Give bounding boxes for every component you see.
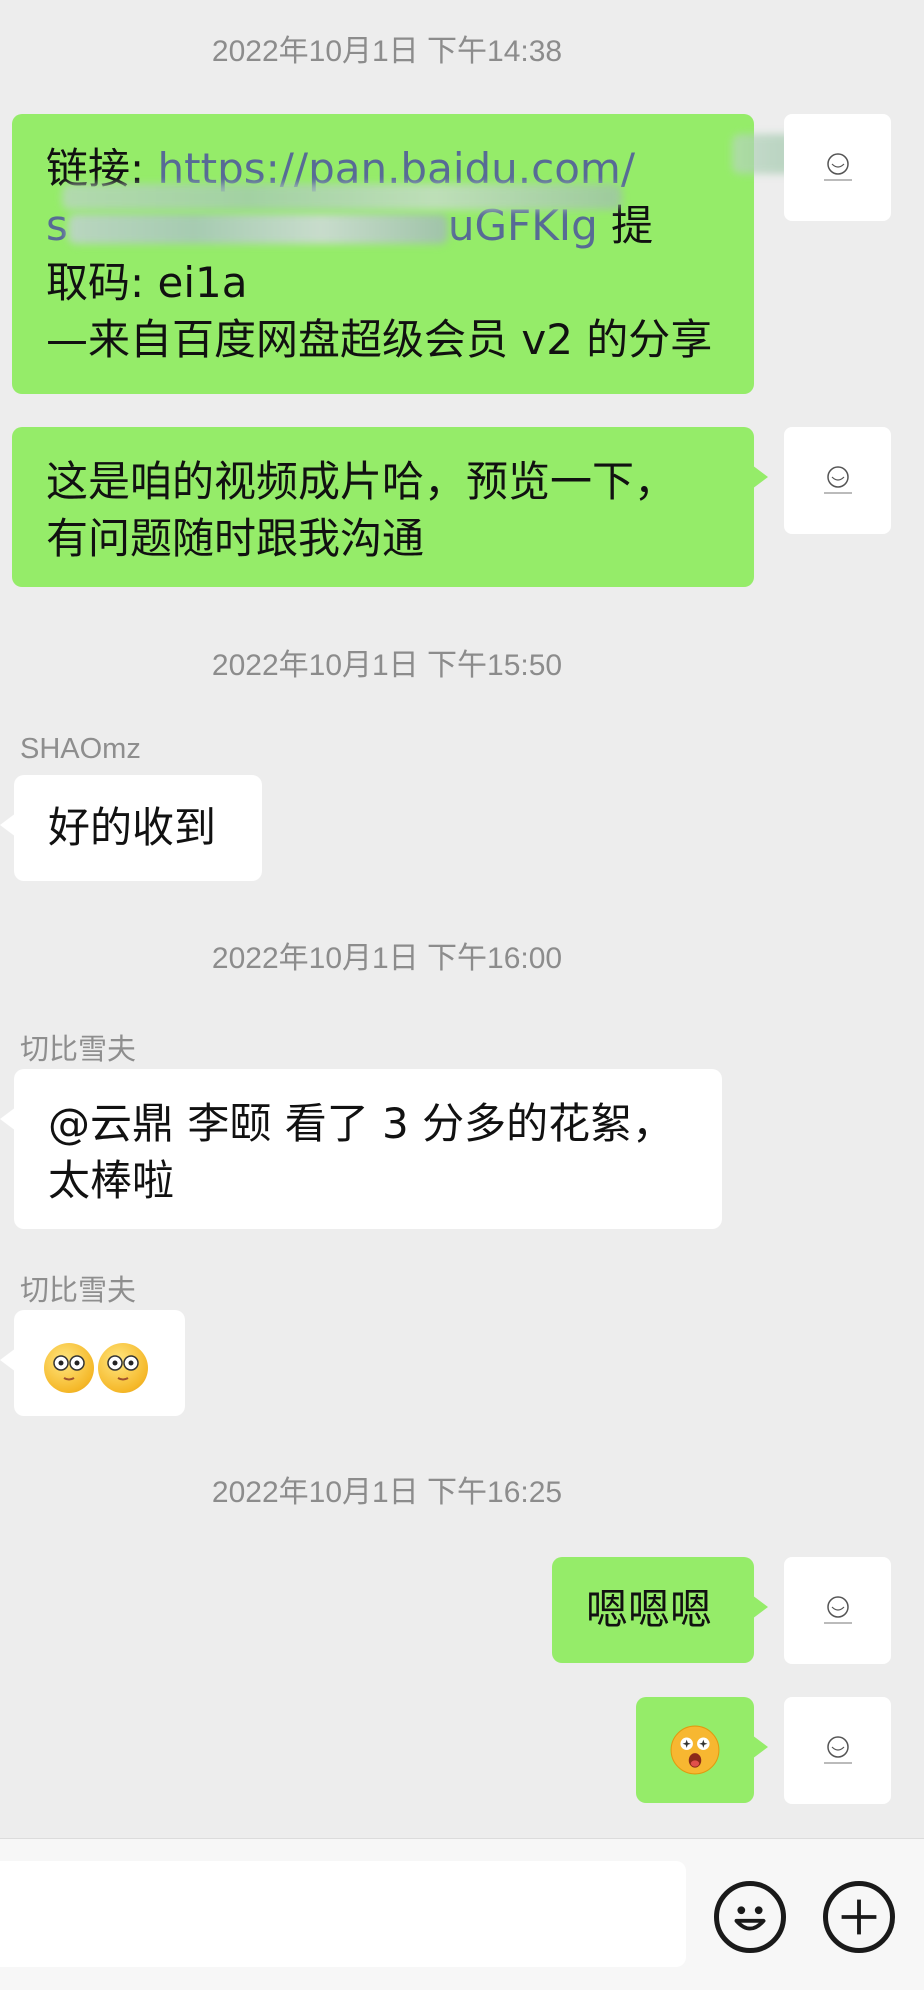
blurred-overlay (62, 184, 622, 210)
message-line: 太棒啦 (48, 1156, 175, 1205)
message-input[interactable] (0, 1861, 686, 1967)
smile-face-icon (734, 1906, 766, 1931)
message-bubble[interactable]: @云鼎 李颐 看了 3 分多的花絮， 太棒啦 (0, 1069, 722, 1229)
emoji-message-bubble[interactable] (636, 1697, 768, 1803)
sketch-avatar-icon (823, 152, 852, 180)
emoji-message-bubble[interactable] (0, 1310, 185, 1416)
timestamp: 2022年10月1日 下午16:25 (211, 1476, 563, 1509)
sender-name: 切比雪夫 (20, 1275, 137, 1307)
sketch-avatar-icon (823, 465, 852, 493)
timestamp: 2022年10月1日 下午16:00 (211, 942, 563, 975)
share-source: —来自百度网盘超级会员 v2 的分享 (46, 315, 713, 364)
message-line: 这是咱的视频成片哈，预览一下， (46, 457, 677, 506)
emoji-button[interactable] (714, 1881, 786, 1953)
message-bubble[interactable]: 好的收到 (0, 775, 262, 881)
extraction-code: 取码: ei1a (46, 258, 248, 307)
timestamp: 2022年10月1日 下午14:38 (211, 35, 563, 68)
emoji-icon (44, 1342, 94, 1393)
sender-name: SHAOmz (20, 733, 141, 765)
timestamp: 2022年10月1日 下午15:50 (211, 649, 563, 682)
blurred-region (67, 213, 448, 244)
sketch-avatar-icon (823, 1595, 852, 1623)
message-line: @云鼎 李颐 看了 3 分多的花絮， (48, 1099, 675, 1148)
surprised-emoji-icon (670, 1725, 720, 1775)
message-text: 嗯嗯嗯 (586, 1585, 713, 1634)
input-bar (0, 1838, 924, 1990)
message-bubble[interactable]: 这是咱的视频成片哈，预览一下， 有问题随时跟我沟通 (12, 427, 768, 587)
link-message-bubble[interactable]: 链接: https://pan.baidu.com/ s uGFKIg 提 取码:… (12, 114, 882, 394)
avatar[interactable] (784, 114, 891, 221)
avatar[interactable] (784, 1557, 891, 1664)
avatar[interactable] (784, 1697, 891, 1804)
plus-button[interactable] (823, 1881, 895, 1953)
avatar[interactable] (784, 427, 891, 534)
message-text: 好的收到 (48, 803, 217, 852)
emoji-icon (98, 1342, 148, 1393)
sketch-avatar-icon (823, 1735, 852, 1763)
message-line: 有问题随时跟我沟通 (46, 514, 425, 563)
plus-icon (841, 1899, 877, 1935)
sender-name: 切比雪夫 (20, 1034, 137, 1066)
message-bubble[interactable]: 嗯嗯嗯 (552, 1557, 768, 1663)
